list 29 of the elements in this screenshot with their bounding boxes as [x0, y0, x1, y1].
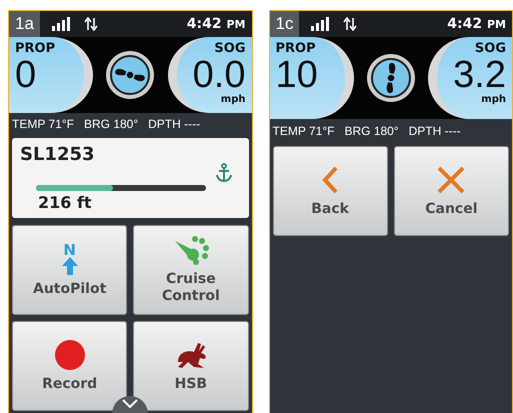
action-button[interactable]: N AutoPilot — [12, 225, 128, 315]
gauge-label: SOG — [214, 41, 246, 56]
info-reading: DPTH ---- — [148, 116, 200, 131]
info-reading: BRG 180° — [344, 124, 399, 138]
waypoint-distance: 216 ft — [38, 194, 93, 212]
action-button[interactable]: Back — [272, 146, 388, 236]
north-letter: N — [63, 242, 76, 256]
gauge-label: PROP — [276, 41, 316, 56]
screen-tag: 1c — [270, 11, 300, 37]
gauge-value: 0.0 — [192, 56, 246, 94]
info-reading: TEMP 71°F — [12, 116, 74, 131]
clock-time: 4:42 PM — [186, 16, 246, 32]
gauge-unit: mph — [220, 94, 246, 105]
gauge-value: 3.2 — [453, 56, 506, 94]
action-button[interactable]: HSB — [133, 321, 248, 411]
action-button[interactable]: Cancel — [394, 146, 509, 236]
gauge-label: PROP — [15, 41, 56, 56]
action-button[interactable]: Record — [12, 321, 128, 411]
clock-time: 4:42 PM — [447, 16, 506, 32]
gauge-label: SOG — [474, 41, 506, 56]
action-button[interactable]: Cruise Control — [133, 225, 248, 315]
gauge-unit: mph — [481, 94, 506, 105]
waypoint-name: SL1253 — [20, 144, 96, 165]
gauge-value: 0 — [15, 56, 36, 94]
info-reading: DPTH ---- — [408, 124, 461, 138]
screen-tag: 1a — [9, 11, 40, 37]
gauge-value: 10 — [276, 56, 318, 94]
info-reading: TEMP 71°F — [272, 124, 334, 138]
info-reading: BRG 180° — [84, 116, 138, 131]
